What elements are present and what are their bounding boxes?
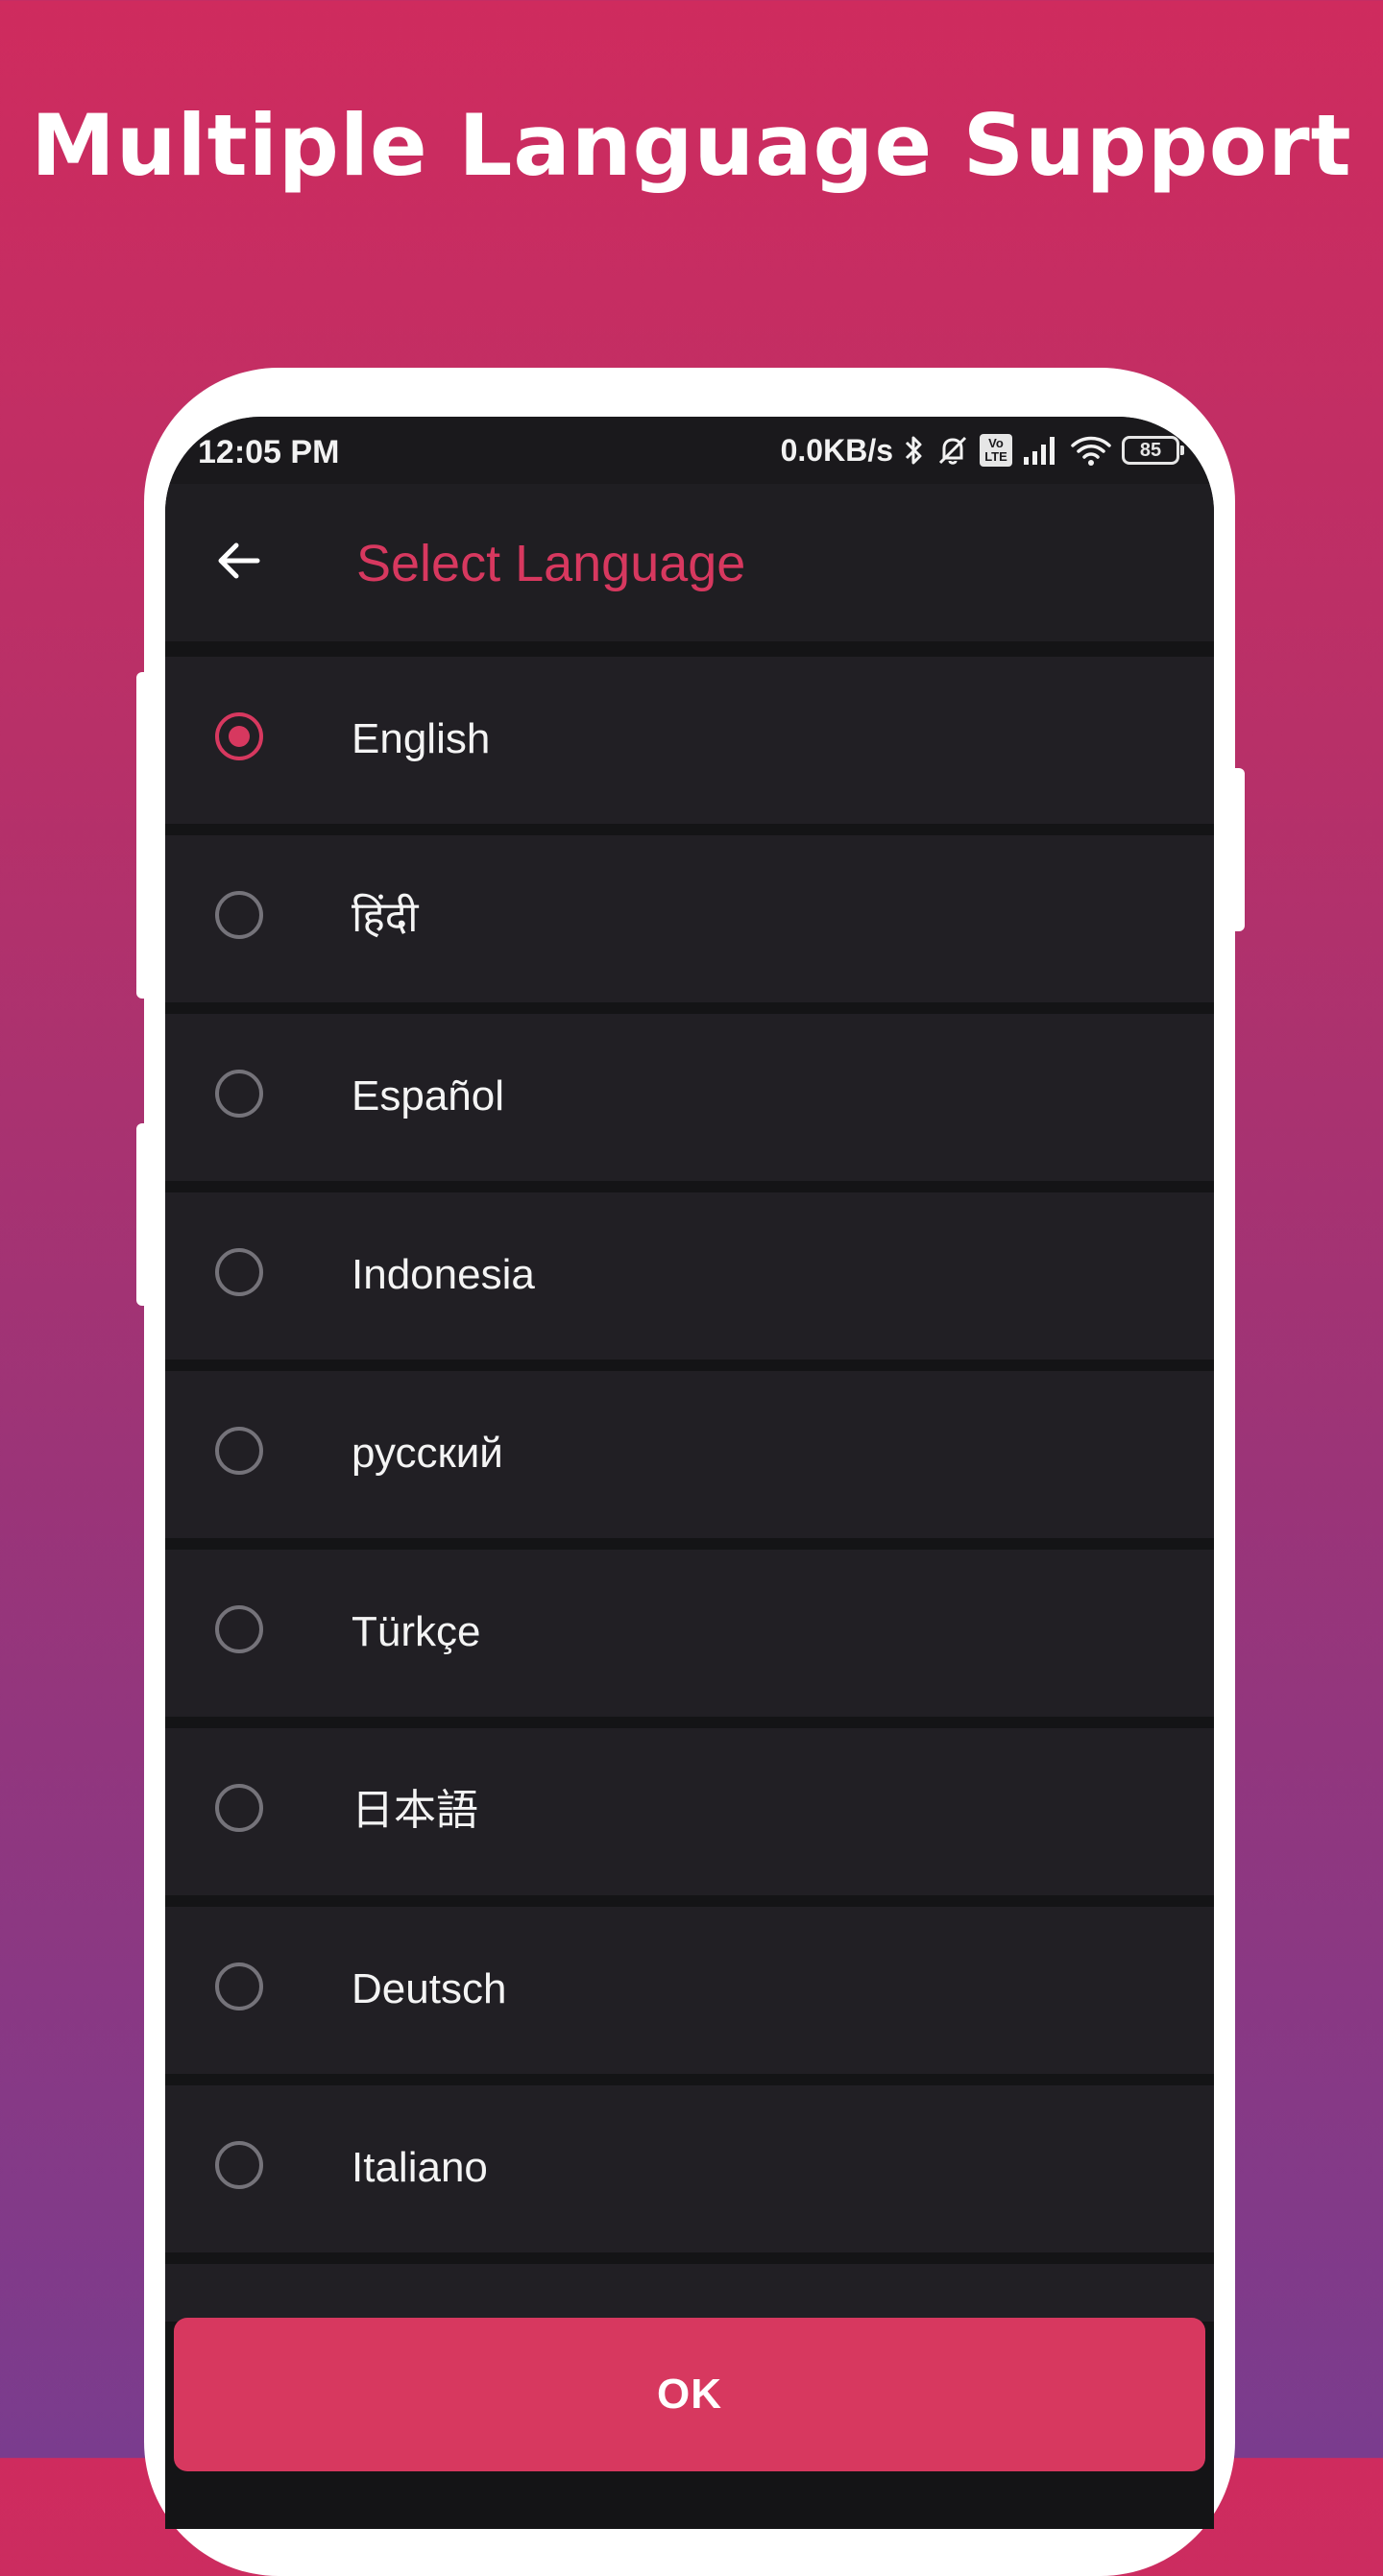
battery-level: 85 <box>1139 439 1162 461</box>
language-option[interactable]: Deutsch <box>165 1907 1214 2074</box>
network-speed: 0.0KB/s <box>780 432 893 468</box>
language-option[interactable]: русский <box>165 1371 1214 1538</box>
bell-off-icon <box>935 433 970 468</box>
phone-side-button-right <box>1229 768 1245 931</box>
radio-button[interactable] <box>215 1070 263 1118</box>
promo-headline: Multiple Language Support <box>31 96 1352 195</box>
language-option[interactable]: हिंदी <box>165 835 1214 1002</box>
volte-bottom-text: LTE <box>984 449 1007 464</box>
status-bar: 12:05 PM 0.0KB/s Vo LTE 85 <box>165 417 1214 484</box>
wifi-icon <box>1070 433 1112 468</box>
language-option[interactable]: Español <box>165 1014 1214 1181</box>
language-label: English <box>352 715 491 762</box>
status-icons: 0.0KB/s Vo LTE 85 <box>780 430 1184 470</box>
phone-screen: 12:05 PM 0.0KB/s Vo LTE 85 Select Langua… <box>165 417 1214 2529</box>
volte-top-text: Vo <box>988 436 1004 450</box>
radio-button[interactable] <box>215 1427 263 1475</box>
radio-button[interactable] <box>215 1605 263 1653</box>
signal-icon <box>1022 434 1060 467</box>
language-option[interactable]: Türkçe <box>165 1550 1214 1717</box>
radio-button[interactable] <box>215 1248 263 1296</box>
language-label: Türkçe <box>352 1608 481 1655</box>
language-label: Indonesia <box>352 1251 535 1298</box>
volte-icon: Vo LTE <box>980 434 1012 467</box>
status-time: 12:05 PM <box>198 434 340 470</box>
radio-dot-icon <box>229 726 250 747</box>
language-label: Italiano <box>352 2144 488 2191</box>
page-title: Select Language <box>356 535 746 592</box>
bluetooth-icon <box>903 433 926 468</box>
language-option[interactable]: Indonesia <box>165 1192 1214 1360</box>
language-label: русский <box>352 1430 503 1477</box>
phone-side-button-left-top <box>136 672 152 999</box>
battery-icon: 85 <box>1122 436 1184 465</box>
radio-button[interactable] <box>215 2141 263 2189</box>
language-option[interactable]: 日本語 <box>165 1728 1214 1895</box>
language-label: 日本語 <box>352 1787 478 1834</box>
radio-button[interactable] <box>215 1784 263 1832</box>
language-label: हिंदी <box>352 894 419 941</box>
radio-button-selected[interactable] <box>215 712 263 760</box>
radio-button[interactable] <box>215 891 263 939</box>
ok-button[interactable]: OK <box>174 2318 1205 2471</box>
language-label: Español <box>352 1072 505 1119</box>
language-option-partial[interactable] <box>165 2264 1214 2322</box>
app-bar: Select Language <box>165 484 1214 641</box>
language-option[interactable]: English <box>165 657 1214 824</box>
arrow-left-icon[interactable] <box>211 534 265 588</box>
language-label: Deutsch <box>352 1965 507 2012</box>
language-option[interactable]: Italiano <box>165 2085 1214 2252</box>
phone-side-button-left-bottom <box>136 1123 152 1306</box>
radio-button[interactable] <box>215 1962 263 2010</box>
